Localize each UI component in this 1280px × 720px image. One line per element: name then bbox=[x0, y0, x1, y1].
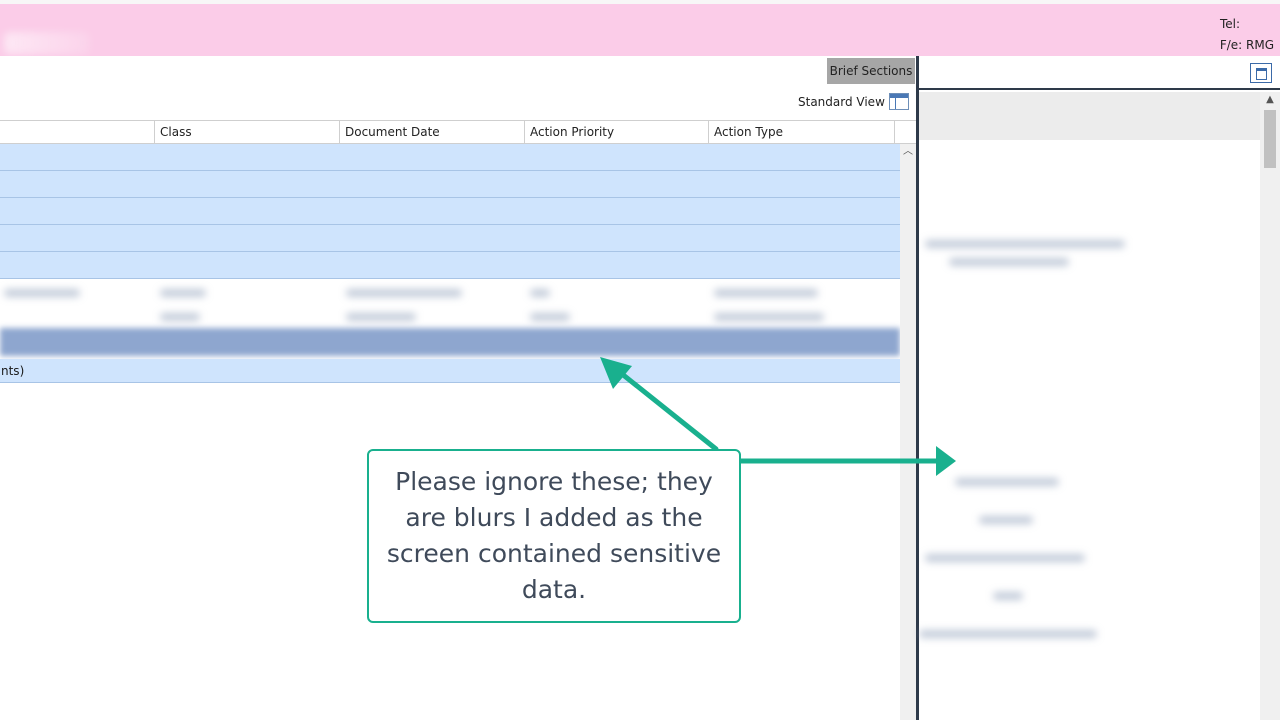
blur-mark bbox=[925, 240, 1125, 248]
blur-mark bbox=[714, 289, 818, 297]
preview-toolbar bbox=[919, 56, 1280, 90]
top-banner: Tel: F/e: RMG bbox=[0, 0, 1280, 56]
blur-mark bbox=[993, 592, 1023, 600]
blur-mark bbox=[346, 313, 416, 321]
table-row[interactable] bbox=[0, 171, 900, 198]
table-row[interactable] bbox=[0, 252, 900, 279]
preview-document bbox=[919, 140, 1260, 720]
blur-mark bbox=[4, 289, 80, 297]
layout-icon[interactable] bbox=[889, 93, 909, 110]
table-row[interactable] bbox=[0, 144, 900, 171]
table-row[interactable] bbox=[0, 225, 900, 252]
scroll-thumb[interactable] bbox=[1264, 110, 1276, 168]
chevron-up-icon[interactable]: ︿ bbox=[900, 144, 916, 160]
grid-header: Class Document Date Action Priority Acti… bbox=[0, 120, 916, 144]
blur-mark bbox=[925, 554, 1085, 562]
column-class[interactable]: Class bbox=[154, 121, 340, 143]
fe-label: F/e: RMG bbox=[1219, 38, 1274, 52]
contact-info: Tel: F/e: RMG bbox=[1220, 14, 1274, 56]
table-row[interactable] bbox=[0, 198, 900, 225]
blur-mark bbox=[530, 313, 570, 321]
preview-scrollbar[interactable]: ▲ bbox=[1260, 92, 1280, 720]
group-footer-row[interactable]: nts) bbox=[0, 359, 900, 383]
blur-mark bbox=[714, 313, 824, 321]
blurred-logo bbox=[4, 32, 90, 54]
tel-label: Tel: bbox=[1219, 17, 1240, 31]
callout-text: Please ignore these; they are blurs I ad… bbox=[386, 467, 722, 604]
chevron-up-icon[interactable]: ▲ bbox=[1260, 92, 1280, 108]
blur-mark bbox=[979, 516, 1033, 524]
vertical-scrollbar[interactable]: ︿ bbox=[900, 144, 916, 720]
document-preview-pane: ▲ bbox=[919, 56, 1280, 720]
column-action-type[interactable]: Action Type bbox=[708, 121, 895, 143]
grid-rows bbox=[0, 144, 900, 279]
blur-mark bbox=[160, 289, 206, 297]
brief-sections-button[interactable]: Brief Sections bbox=[827, 58, 915, 84]
blur-mark bbox=[955, 478, 1059, 486]
standard-view-label[interactable]: Standard View bbox=[798, 92, 885, 112]
annotation-callout: Please ignore these; they are blurs I ad… bbox=[367, 449, 741, 623]
blur-mark bbox=[346, 289, 462, 297]
blur-mark bbox=[160, 313, 200, 321]
blur-mark bbox=[530, 289, 550, 297]
column-action-priority[interactable]: Action Priority bbox=[524, 121, 709, 143]
blur-mark bbox=[919, 630, 1097, 638]
column-document-date[interactable]: Document Date bbox=[339, 121, 525, 143]
preview-header bbox=[919, 92, 1260, 140]
blur-mark bbox=[949, 258, 1069, 266]
column-spacer bbox=[894, 121, 916, 143]
blurred-selected-row bbox=[0, 328, 900, 356]
blurred-rows bbox=[0, 279, 900, 359]
restore-window-icon[interactable] bbox=[1250, 63, 1272, 83]
